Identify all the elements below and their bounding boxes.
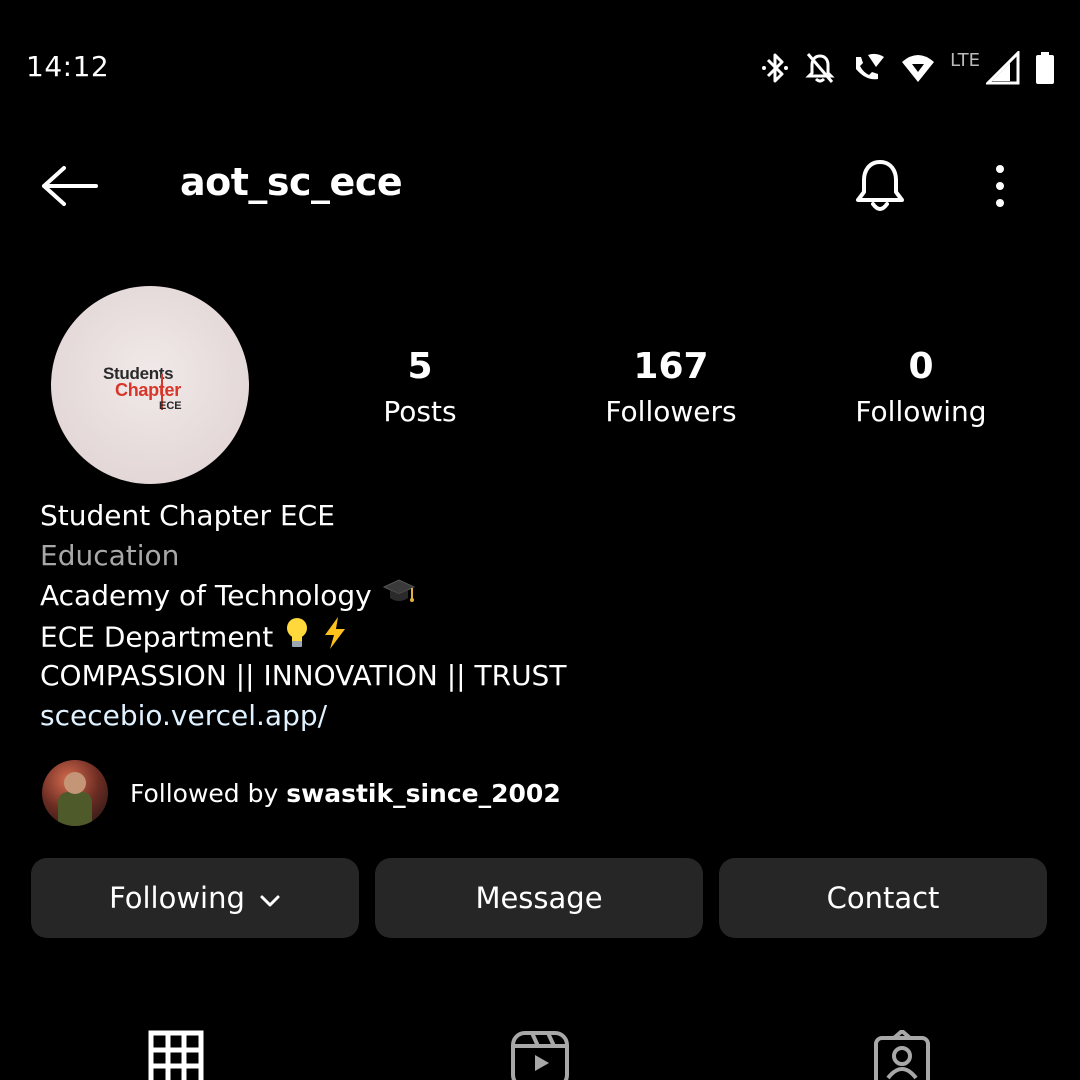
bio-category: Education (40, 539, 180, 572)
students-chapter-logo: Students Chapter ECE (103, 364, 203, 424)
wifi-icon (902, 55, 935, 82)
contact-button[interactable]: Contact (719, 858, 1047, 938)
status-icons: LTE (760, 44, 1056, 92)
profile-screen: 14:12 LTE aot_sc_ece Students Chapter EC… (0, 0, 1080, 1080)
tab-posts-grid[interactable] (148, 1030, 208, 1080)
bio-line-1-text: Academy of Technology (40, 579, 372, 612)
message-button-label: Message (475, 881, 603, 915)
notifications-button[interactable] (852, 156, 908, 216)
lightning-icon (321, 616, 349, 661)
tab-tagged[interactable] (872, 1029, 932, 1080)
status-time: 14:12 (26, 50, 110, 83)
more-vertical-icon (996, 165, 1004, 207)
followed-by-prefix: Followed by (130, 778, 279, 808)
logo-line-3: ECE (159, 400, 182, 412)
mutual-avatar-body (58, 792, 92, 826)
bio-line-2-text: ECE Department (40, 620, 274, 654)
reels-icon (511, 1031, 569, 1080)
back-button[interactable] (40, 162, 100, 210)
battery-icon (1036, 52, 1054, 84)
bell-icon (856, 160, 904, 211)
profile-username: aot_sc_ece (180, 160, 403, 204)
followers-label: Followers (605, 395, 737, 428)
bio-line-3: COMPASSION || INNOVATION || TRUST (40, 659, 567, 692)
profile-avatar[interactable]: Students Chapter ECE (51, 286, 249, 484)
following-stat[interactable]: 0 Following (821, 344, 1021, 434)
arrow-left-icon (42, 166, 98, 206)
wifi-calling-icon (856, 53, 885, 80)
cell-signal-icon (986, 51, 1020, 85)
bio-name: Student Chapter ECE (40, 499, 335, 532)
following-button[interactable]: Following (31, 858, 359, 938)
network-type: LTE (950, 50, 980, 71)
light-bulb-icon (283, 616, 311, 661)
grid-icon (148, 1030, 204, 1080)
bio-line-1: Academy of Technology (40, 576, 566, 616)
profile-bio: Student Chapter ECE Education Academy of… (40, 496, 566, 736)
tab-reels[interactable] (510, 1030, 570, 1080)
logo-line-2: Chapter (115, 380, 181, 400)
followers-stat[interactable]: 167 Followers (571, 344, 771, 434)
posts-stat[interactable]: 5 Posts (320, 344, 520, 434)
bio-link[interactable]: scecebio.vercel.app/ (40, 696, 566, 736)
bluetooth-icon (762, 53, 789, 83)
following-button-label: Following (109, 881, 245, 915)
more-options-button[interactable] (984, 160, 1016, 212)
message-button[interactable]: Message (375, 858, 703, 938)
followed-by-text: Followed by swastik_since_2002 (130, 779, 561, 808)
notifications-off-icon (805, 53, 835, 83)
following-label: Following (855, 395, 987, 428)
graduation-cap-icon (382, 577, 416, 618)
chevron-down-icon (259, 881, 281, 915)
following-count: 0 (908, 346, 934, 387)
mutual-avatar-head (64, 772, 86, 794)
tagged-icon (874, 1029, 930, 1080)
followed-by[interactable]: Followed by swastik_since_2002 (42, 760, 561, 826)
bio-line-2: ECE Department (40, 616, 566, 656)
followers-count: 167 (633, 346, 709, 387)
mutual-avatar (42, 760, 108, 826)
posts-count: 5 (407, 346, 433, 387)
contact-button-label: Contact (826, 881, 940, 915)
posts-label: Posts (383, 395, 457, 428)
followed-by-user: swastik_since_2002 (286, 778, 561, 808)
